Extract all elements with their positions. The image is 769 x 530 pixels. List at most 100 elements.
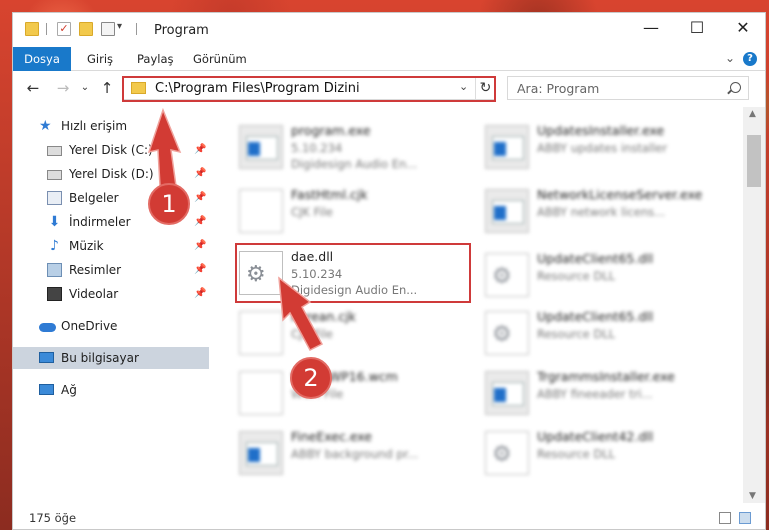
file-tile[interactable]: SmartWP16.wcm WCM File bbox=[239, 365, 479, 425]
file-tile[interactable]: NetworkLicenseServer.exe ABBY network li… bbox=[485, 183, 725, 243]
file-icon bbox=[239, 311, 283, 355]
file-detail: Digidesign Audio En... bbox=[291, 157, 418, 171]
forward-button[interactable]: → bbox=[53, 78, 73, 98]
file-detail: CJK File bbox=[291, 327, 333, 341]
up-button[interactable]: ↑ bbox=[97, 78, 117, 98]
file-tile[interactable]: FastHtml.cjk CJK File bbox=[239, 183, 479, 243]
file-name: UpdateClient42.dll bbox=[537, 429, 654, 444]
minimize-button[interactable]: — bbox=[628, 13, 674, 45]
search-placeholder: Ara: Program bbox=[517, 81, 600, 96]
file-tile[interactable]: UpdateClient42.dll Resource DLL bbox=[485, 425, 725, 485]
file-tile[interactable]: UpdatesInstaller.exe ABBY updates instal… bbox=[485, 119, 725, 179]
file-tile[interactable]: FineExec.exe ABBY background pr... bbox=[239, 425, 479, 485]
file-detail: 5.10.234 bbox=[291, 141, 343, 155]
chevron-down-icon[interactable]: ▾ bbox=[117, 21, 122, 32]
tab-home[interactable]: Giriş bbox=[87, 47, 113, 71]
scrollbar-thumb[interactable] bbox=[747, 135, 761, 187]
exe-icon bbox=[239, 125, 283, 169]
file-name: NetworkLicenseServer.exe bbox=[537, 187, 703, 202]
navigation-bar: ← → ⌄ ↑ C:\Program Files\Program Dizini … bbox=[13, 72, 765, 106]
step-badge-2: 2 bbox=[290, 357, 332, 399]
computer-icon bbox=[39, 352, 54, 363]
star-icon: ★ bbox=[39, 118, 52, 134]
file-detail: ABBY network licens... bbox=[537, 205, 666, 219]
file-name: FastHtml.cjk bbox=[291, 187, 368, 202]
pin-icon[interactable]: 📌 bbox=[194, 211, 206, 233]
step-badge-1: 1 bbox=[148, 183, 190, 225]
file-name: UpdateClient65.dll bbox=[537, 251, 654, 266]
dll-gear-icon bbox=[485, 431, 529, 475]
file-list: program.exe 5.10.234 Digidesign Audio En… bbox=[213, 107, 743, 503]
new-folder-icon[interactable] bbox=[79, 22, 93, 36]
details-view-icon[interactable] bbox=[719, 512, 731, 524]
scroll-down-icon[interactable]: ▼ bbox=[749, 491, 756, 501]
sidebar-item-quick-access[interactable]: ★ Hızlı erişim bbox=[13, 115, 209, 137]
customize-toolbar-icon[interactable] bbox=[101, 22, 115, 36]
maximize-button[interactable]: ☐ bbox=[674, 13, 720, 45]
pin-icon[interactable]: 📌 bbox=[194, 187, 206, 209]
pin-icon[interactable]: 📌 bbox=[194, 235, 206, 257]
file-tile[interactable]: TrgrammsInstaller.exe ABBY fineeader tri… bbox=[485, 365, 725, 425]
tab-share[interactable]: Paylaş bbox=[137, 47, 174, 71]
navigation-pane: ★ Hızlı erişim Yerel Disk (C:) 📌 Yerel D… bbox=[13, 107, 213, 503]
scroll-up-icon[interactable]: ▲ bbox=[749, 109, 756, 119]
pin-icon[interactable]: 📌 bbox=[194, 259, 206, 281]
tiles-view-icon[interactable] bbox=[739, 512, 751, 524]
file-name: Korean.cjk bbox=[291, 309, 356, 324]
back-button[interactable]: ← bbox=[23, 78, 43, 98]
downloads-icon: ⬇ bbox=[48, 214, 61, 230]
file-detail: ABBY updates installer bbox=[537, 141, 668, 155]
sidebar-item-videos[interactable]: Videolar 📌 bbox=[13, 283, 209, 305]
exe-icon bbox=[485, 189, 529, 233]
file-detail: ABBY fineeader tri... bbox=[537, 387, 653, 401]
sidebar-item-label: Resimler bbox=[69, 263, 122, 277]
sidebar-item-label: Hızlı erişim bbox=[61, 119, 128, 133]
sidebar-item-pictures[interactable]: Resimler 📌 bbox=[13, 259, 209, 281]
file-name: FineExec.exe bbox=[291, 429, 372, 444]
exe-icon bbox=[485, 125, 529, 169]
sidebar-item-onedrive[interactable]: OneDrive bbox=[13, 315, 209, 337]
status-bar: 175 öğe bbox=[13, 503, 765, 529]
tab-file[interactable]: Dosya bbox=[13, 47, 71, 71]
pin-icon[interactable]: 📌 bbox=[194, 283, 206, 305]
search-icon[interactable] bbox=[730, 82, 741, 93]
properties-icon[interactable]: ✓ bbox=[57, 22, 71, 36]
sidebar-item-label: Videolar bbox=[69, 287, 119, 301]
file-explorer-window: ✓ ▾ Program — ☐ ✕ Dosya Giriş Paylaş Gör… bbox=[12, 12, 766, 530]
drive-icon bbox=[47, 146, 62, 156]
sidebar-item-music[interactable]: ♪ Müzik 📌 bbox=[13, 235, 209, 257]
vertical-scrollbar[interactable]: ▲ ▼ bbox=[743, 107, 765, 503]
file-detail: CJK File bbox=[291, 205, 333, 219]
file-tile[interactable]: program.exe 5.10.234 Digidesign Audio En… bbox=[239, 119, 479, 179]
expand-ribbon-icon[interactable]: ⌄ bbox=[725, 51, 735, 65]
sidebar-item-label: İndirmeler bbox=[69, 215, 131, 229]
ribbon-tabs: Dosya Giriş Paylaş Görünüm ⌄ ? bbox=[13, 47, 765, 71]
cloud-icon bbox=[39, 323, 56, 332]
pin-icon[interactable]: 📌 bbox=[194, 139, 206, 161]
sidebar-item-label: Bu bilgisayar bbox=[61, 351, 139, 365]
sidebar-item-local-disk-d[interactable]: Yerel Disk (D:) 📌 bbox=[13, 163, 209, 185]
sidebar-item-this-pc[interactable]: Bu bilgisayar bbox=[13, 347, 209, 369]
file-tile[interactable]: UpdateClient65.dll Resource DLL bbox=[485, 305, 725, 365]
title-bar: ✓ ▾ Program — ☐ ✕ bbox=[13, 13, 765, 47]
help-icon[interactable]: ? bbox=[743, 52, 757, 66]
tab-view[interactable]: Görünüm bbox=[193, 47, 247, 71]
file-name: TrgrammsInstaller.exe bbox=[537, 369, 675, 384]
search-input[interactable]: Ara: Program bbox=[507, 76, 749, 100]
music-icon: ♪ bbox=[50, 238, 59, 254]
sidebar-item-label: Yerel Disk (D:) bbox=[69, 167, 154, 181]
file-tile[interactable]: UpdateClient65.dll Resource DLL bbox=[485, 247, 725, 307]
folder-icon bbox=[25, 22, 39, 36]
recent-locations-button[interactable]: ⌄ bbox=[75, 78, 95, 98]
dae-dll-highlight-box bbox=[235, 243, 471, 303]
file-icon bbox=[239, 189, 283, 233]
sidebar-item-label: Ağ bbox=[61, 383, 77, 397]
sidebar-item-network[interactable]: Ağ bbox=[13, 379, 209, 401]
sidebar-item-local-disk-c[interactable]: Yerel Disk (C:) 📌 bbox=[13, 139, 209, 161]
file-name: UpdatesInstaller.exe bbox=[537, 123, 665, 138]
close-button[interactable]: ✕ bbox=[720, 13, 765, 45]
file-tile[interactable]: Korean.cjk CJK File bbox=[239, 305, 479, 365]
sidebar-item-label: OneDrive bbox=[61, 319, 118, 333]
pin-icon[interactable]: 📌 bbox=[194, 163, 206, 185]
file-detail: Resource DLL bbox=[537, 447, 616, 461]
